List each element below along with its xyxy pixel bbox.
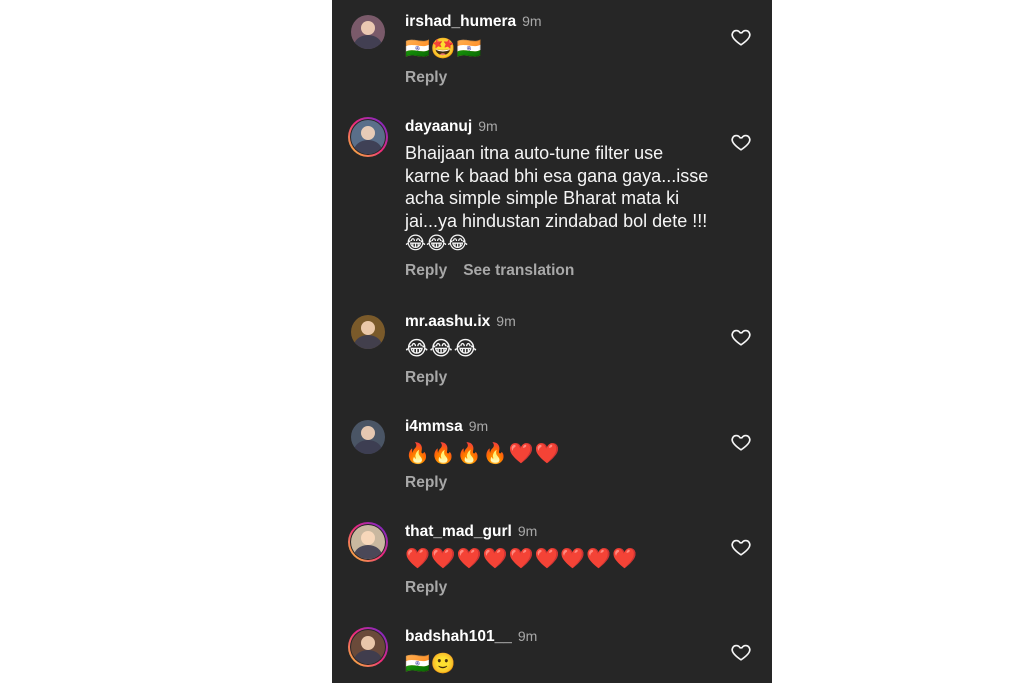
avatar[interactable] <box>348 417 388 457</box>
comment-time: 9m <box>517 523 538 539</box>
heart-outline-icon[interactable] <box>730 26 752 48</box>
comment-body: mr.aashu.ix 9m 😂😂😂 Reply <box>405 311 712 388</box>
comment-text: 🔥🔥🔥🔥❤️❤️ <box>405 443 561 465</box>
comment-actions: Reply <box>405 578 712 598</box>
avatar-image <box>351 525 385 559</box>
comment-body: i4mmsa 9m 🔥🔥🔥🔥❤️❤️ Reply <box>405 416 712 493</box>
comment-meta: that_mad_gurl 9m <box>405 521 712 541</box>
comment-time: 9m <box>517 628 538 644</box>
comment-time: 9m <box>478 118 498 134</box>
username[interactable]: badshah101__ <box>405 628 512 645</box>
avatar-image <box>351 120 385 154</box>
username[interactable]: dayaanuj <box>405 118 472 135</box>
reply-button[interactable]: Reply <box>405 474 447 491</box>
heart-outline-icon[interactable] <box>730 641 752 663</box>
comment-body: that_mad_gurl 9m ❤️❤️❤️❤️❤️❤️❤️❤️❤️ Reply <box>405 521 712 598</box>
reply-button[interactable]: Reply <box>405 262 447 279</box>
heart-outline-icon[interactable] <box>730 431 752 453</box>
avatar[interactable] <box>348 627 388 667</box>
avatar[interactable] <box>348 522 388 562</box>
avatar[interactable] <box>348 117 388 157</box>
avatar-image <box>351 15 385 49</box>
username[interactable]: i4mmsa <box>405 418 463 435</box>
comment-body: irshad_humera 9m 🇮🇳🤩🇮🇳 Reply <box>405 11 712 88</box>
comments-panel: irshad_humera 9m 🇮🇳🤩🇮🇳 Reply dayaanuj 9m B… <box>332 0 772 683</box>
reply-button[interactable]: Reply <box>405 579 447 596</box>
comment-text: ❤️❤️❤️❤️❤️❤️❤️❤️❤️ <box>405 548 639 570</box>
comment-meta: irshad_humera 9m <box>405 11 712 31</box>
comment-time: 9m <box>496 313 516 329</box>
comment-actions: Reply See translation <box>405 261 712 281</box>
comment-time: 9m <box>468 418 489 434</box>
reply-button[interactable]: Reply <box>405 69 447 86</box>
avatar[interactable] <box>348 12 388 52</box>
comment-text: 🇮🇳🤩🇮🇳 <box>405 38 483 60</box>
comment-actions: Reply <box>405 473 712 493</box>
avatar-image <box>351 315 385 349</box>
comment-meta: dayaanuj 9m <box>405 116 712 136</box>
avatar-image <box>351 630 385 664</box>
comment-meta: mr.aashu.ix 9m <box>405 311 712 331</box>
heart-outline-icon[interactable] <box>730 326 752 348</box>
comment-body: badshah101__ 9m 🇮🇳🙂 <box>405 626 712 677</box>
username[interactable]: irshad_humera <box>405 13 516 30</box>
reply-button[interactable]: Reply <box>405 369 447 386</box>
comment-body: dayaanuj 9m Bhaijaan itna auto-tune filte… <box>405 116 712 281</box>
comment-text: 😂😂😂 <box>405 338 479 360</box>
heart-outline-icon[interactable] <box>730 536 752 558</box>
comment-meta: i4mmsa 9m <box>405 416 712 436</box>
comment-meta: badshah101__ 9m <box>405 626 712 646</box>
comment-time: 9m <box>522 13 542 29</box>
see-translation-button[interactable]: See translation <box>463 262 574 279</box>
comment-actions: Reply <box>405 68 712 88</box>
username[interactable]: mr.aashu.ix <box>405 313 490 330</box>
comment-actions: Reply <box>405 368 712 388</box>
username[interactable]: that_mad_gurl <box>405 523 512 540</box>
comment-text: 🇮🇳🙂 <box>405 653 457 675</box>
heart-outline-icon[interactable] <box>730 131 752 153</box>
avatar[interactable] <box>348 312 388 352</box>
comment-text: Bhaijaan itna auto-tune filter use karne… <box>405 143 709 253</box>
avatar-image <box>351 420 385 454</box>
